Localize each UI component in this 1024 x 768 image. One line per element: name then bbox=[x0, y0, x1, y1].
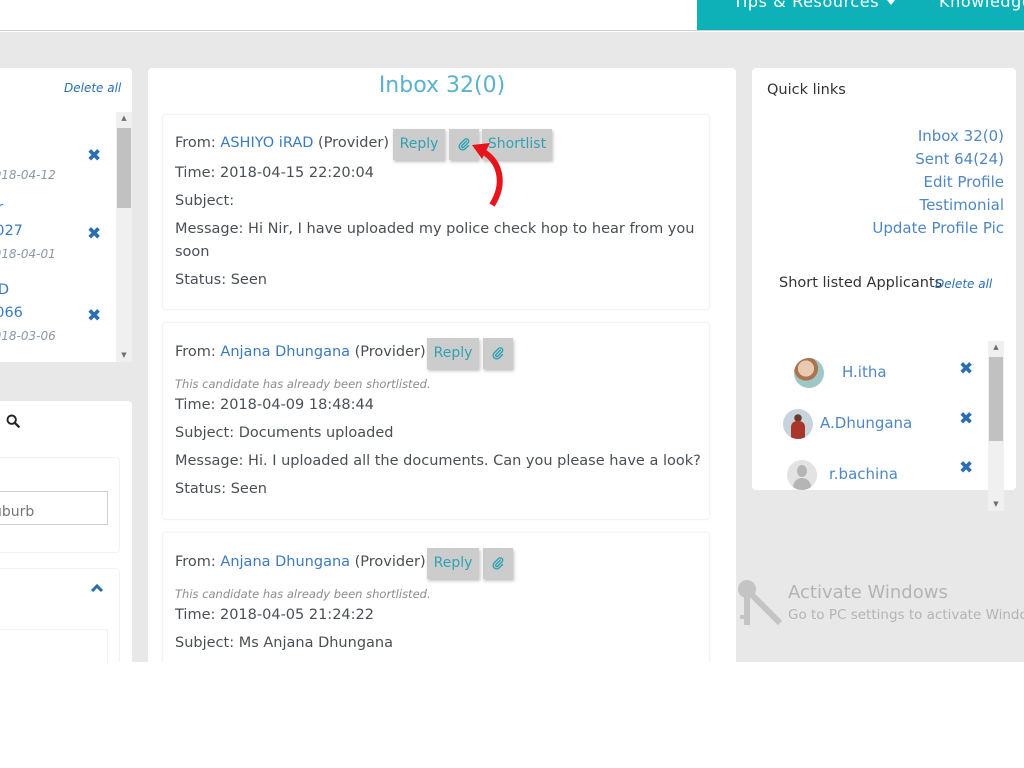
applicant-name-link[interactable]: A.Dhungana bbox=[820, 414, 912, 432]
message-time: Time: 2018-04-15 22:20:04 bbox=[175, 165, 374, 181]
activate-windows-watermark: Activate Windows Go to PC settings to ac… bbox=[736, 577, 1024, 662]
item-date: 2018-03-06 bbox=[0, 329, 56, 343]
scroll-down-arrow-icon[interactable]: ▼ bbox=[988, 501, 1004, 508]
quick-links-title: Quick links bbox=[767, 82, 846, 98]
item-line-1: AD bbox=[0, 282, 10, 298]
scroll-up-arrow-icon[interactable]: ▲ bbox=[116, 115, 132, 122]
item-date: 2018-04-12 bbox=[0, 168, 56, 182]
inbox-title: Inbox 32(0) bbox=[378, 73, 506, 98]
scroll-down-arrow-icon[interactable]: ▼ bbox=[116, 352, 132, 359]
shortlisted-title: Short listed Applicants bbox=[779, 275, 943, 291]
remove-icon[interactable]: ✖ bbox=[959, 411, 973, 428]
message-body: Message: Hi. I uploaded all the document… bbox=[175, 453, 701, 469]
top-bar: Tips & Resources Knowledge bbox=[0, 0, 1024, 31]
remove-icon[interactable]: ✖ bbox=[87, 308, 101, 325]
activate-windows-title: Activate Windows bbox=[788, 582, 948, 603]
search-panel bbox=[0, 401, 132, 662]
shortlisted-delete-all-link[interactable]: Delete all bbox=[935, 277, 992, 291]
quick-links-panel: Quick links Inbox 32(0) Sent 64(24) Edit… bbox=[752, 68, 1016, 511]
message-card: From: Anjana Dhungana (Provider) Reply T… bbox=[162, 322, 710, 520]
scrollbar-thumb[interactable] bbox=[117, 128, 131, 208]
avatar bbox=[794, 358, 824, 388]
message-time: Time: 2018-04-09 18:48:44 bbox=[175, 397, 374, 413]
shortlisted-scrollbar[interactable]: ▲ ▼ bbox=[988, 341, 1004, 511]
nav-tips-resources[interactable]: Tips & Resources bbox=[733, 0, 896, 11]
list-item[interactable]: AD 3066 2018-03-06 ✖ bbox=[0, 274, 120, 354]
scrollbar-thumb[interactable] bbox=[989, 357, 1003, 441]
from-label: From: bbox=[175, 344, 216, 360]
search-icon[interactable] bbox=[6, 414, 20, 428]
item-date: 2018-04-01 bbox=[0, 247, 56, 261]
reply-button[interactable]: Reply bbox=[427, 338, 479, 369]
annotation-arrow-icon bbox=[472, 143, 503, 207]
list-item[interactable]: 0 2018-04-12 ✖ bbox=[0, 112, 120, 192]
shortlisted-applicant[interactable]: H.itha ✖ bbox=[752, 358, 982, 398]
activate-windows-subtitle: Go to PC settings to activate Windows bbox=[788, 607, 1024, 623]
applicant-name-link[interactable]: H.itha bbox=[842, 363, 887, 381]
quick-link-edit-profile[interactable]: Edit Profile bbox=[872, 171, 1004, 194]
paperclip-icon bbox=[492, 557, 504, 570]
avatar-placeholder-icon bbox=[787, 460, 817, 490]
message-from: From: ASHIYO iRAD (Provider) bbox=[175, 135, 389, 151]
message-status: Status: Seen bbox=[175, 272, 267, 288]
quick-links-list: Inbox 32(0) Sent 64(24) Edit Profile Tes… bbox=[872, 125, 1004, 240]
shortlisted-applicant[interactable]: r.bachina ✖ bbox=[752, 460, 982, 500]
shortlisted-note: This candidate has already been shortlis… bbox=[175, 587, 431, 601]
left-list-scrollbar[interactable]: ▲ ▼ bbox=[116, 112, 132, 362]
remove-icon[interactable]: ✖ bbox=[959, 361, 973, 378]
item-line-2: 3027 bbox=[0, 223, 23, 239]
list-item[interactable]: ur 3027 2018-04-01 ✖ bbox=[0, 192, 120, 272]
message-card: From: Anjana Dhungana (Provider) Reply T… bbox=[162, 532, 710, 662]
remove-icon[interactable]: ✖ bbox=[87, 226, 101, 243]
quick-link-sent[interactable]: Sent 64(24) bbox=[872, 148, 1004, 171]
message-subject: Subject: bbox=[175, 193, 235, 209]
chevron-up-icon[interactable] bbox=[90, 583, 104, 593]
message-card: From: ASHIYO iRAD (Provider) Reply Short… bbox=[162, 114, 710, 310]
attachment-button[interactable] bbox=[483, 548, 513, 579]
quick-link-update-profile-pic[interactable]: Update Profile Pic bbox=[872, 217, 1004, 240]
filter-inner-box bbox=[0, 629, 108, 662]
scroll-up-arrow-icon[interactable]: ▲ bbox=[988, 344, 1004, 351]
message-subject: Subject: Documents uploaded bbox=[175, 425, 394, 441]
applicant-name-link[interactable]: r.bachina bbox=[829, 465, 898, 483]
inbox-panel: Inbox 32(0) From: ASHIYO iRAD (Provider)… bbox=[148, 68, 736, 662]
message-from: From: Anjana Dhungana (Provider) bbox=[175, 344, 426, 360]
sender-link[interactable]: Anjana Dhungana bbox=[220, 554, 350, 570]
quick-link-testimonial[interactable]: Testimonial bbox=[872, 194, 1004, 217]
remove-icon[interactable]: ✖ bbox=[959, 460, 973, 477]
message-subject: Subject: Ms Anjana Dhungana bbox=[175, 635, 393, 651]
reply-button[interactable]: Reply bbox=[393, 129, 445, 160]
avatar bbox=[783, 409, 813, 439]
attachment-button[interactable] bbox=[483, 338, 513, 369]
paperclip-icon bbox=[458, 138, 470, 151]
item-line-2: 3066 bbox=[0, 305, 23, 321]
caret-down-icon bbox=[887, 0, 896, 5]
item-line-1: ur bbox=[0, 200, 4, 216]
main-nav: Tips & Resources Knowledge bbox=[697, 0, 1024, 30]
from-label: From: bbox=[175, 554, 216, 570]
quick-link-inbox[interactable]: Inbox 32(0) bbox=[872, 125, 1004, 148]
message-time: Time: 2018-04-05 21:24:22 bbox=[175, 607, 374, 623]
sender-role: (Provider) bbox=[354, 344, 426, 360]
nav-tips-label: Tips & Resources bbox=[733, 0, 880, 11]
shortlisted-note: This candidate has already been shortlis… bbox=[175, 377, 431, 391]
reply-button[interactable]: Reply bbox=[427, 548, 479, 579]
sender-role: (Provider) bbox=[354, 554, 426, 570]
key-icon bbox=[738, 580, 783, 626]
message-status: Status: Seen bbox=[175, 481, 267, 497]
paperclip-icon bbox=[492, 347, 504, 360]
sender-link[interactable]: ASHIYO iRAD bbox=[220, 135, 313, 151]
suburb-input[interactable] bbox=[0, 491, 108, 525]
left-delete-all-link[interactable]: Delete all bbox=[64, 81, 121, 95]
from-label: From: bbox=[175, 135, 216, 151]
message-from: From: Anjana Dhungana (Provider) bbox=[175, 554, 426, 570]
nav-knowledge[interactable]: Knowledge bbox=[939, 0, 1024, 11]
sender-link[interactable]: Anjana Dhungana bbox=[220, 344, 350, 360]
remove-icon[interactable]: ✖ bbox=[87, 148, 101, 165]
sender-role: (Provider) bbox=[318, 135, 390, 151]
shortlisted-applicant[interactable]: A.Dhungana ✖ bbox=[752, 409, 982, 449]
page-body: Delete all 0 2018-04-12 ✖ ur 3027 2018-0… bbox=[0, 32, 1024, 662]
left-list-panel: Delete all 0 2018-04-12 ✖ ur 3027 2018-0… bbox=[0, 68, 132, 362]
message-body: Message: Hi Nir, I have uploaded my poli… bbox=[175, 221, 695, 260]
